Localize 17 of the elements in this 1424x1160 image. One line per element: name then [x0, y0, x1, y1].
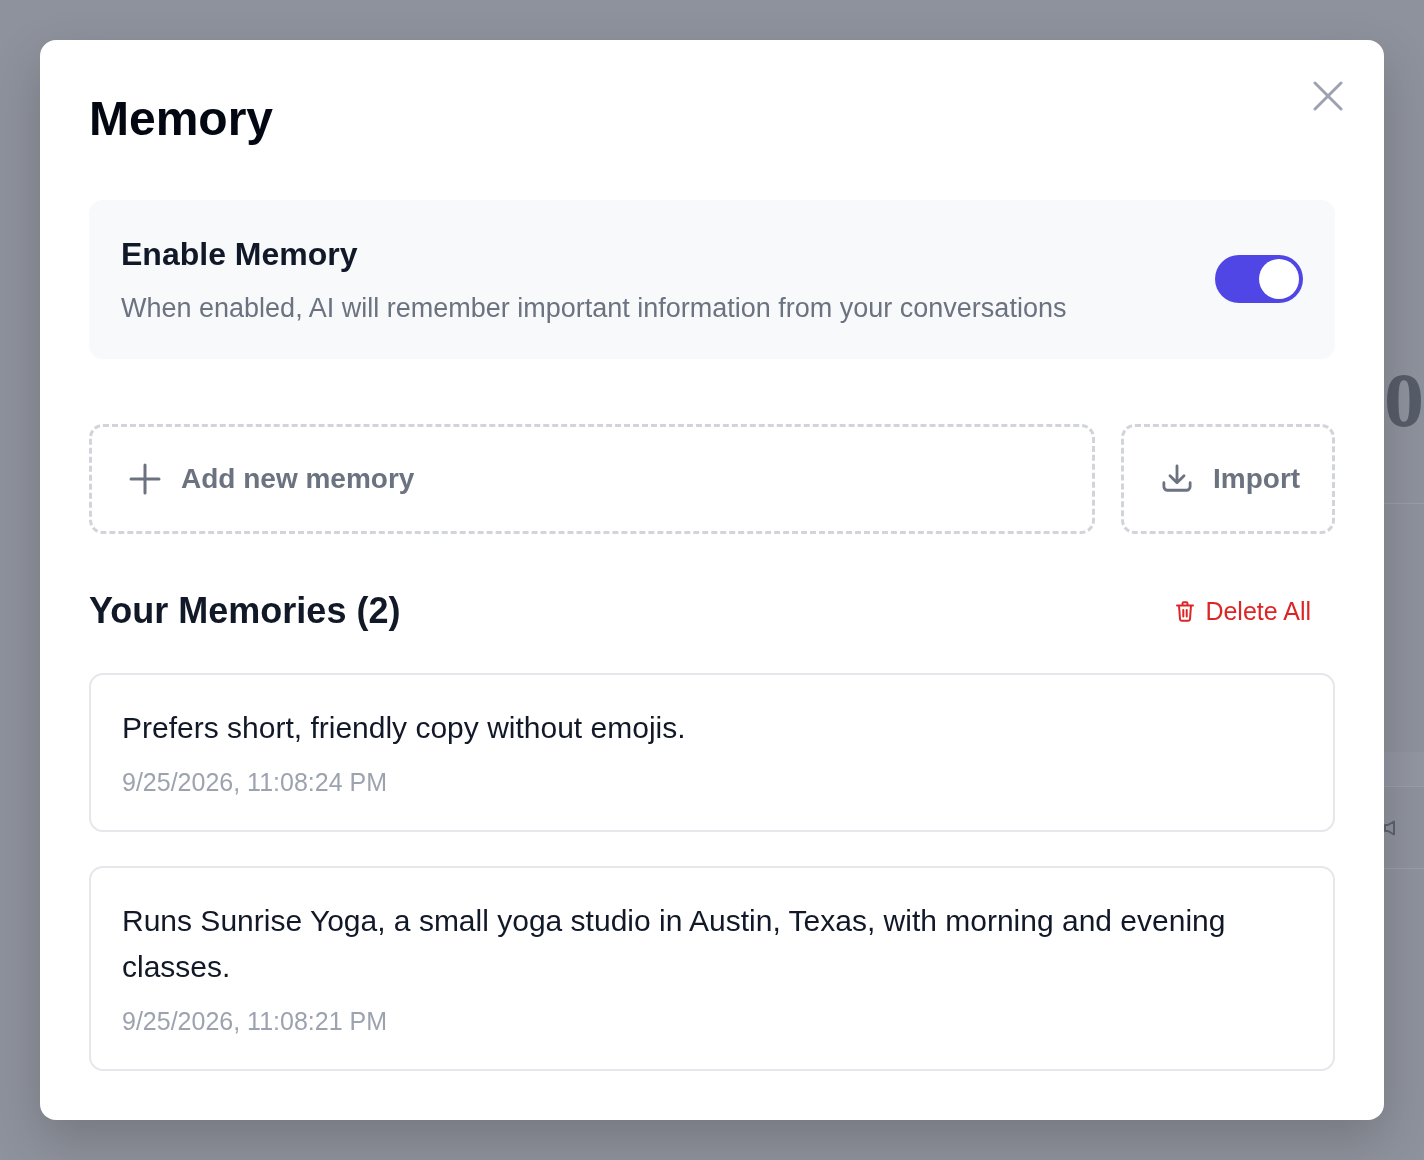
close-icon: [1313, 81, 1343, 111]
add-memory-button[interactable]: Add new memory: [89, 424, 1095, 534]
download-icon: [1161, 464, 1193, 494]
setting-title: Enable Memory: [121, 235, 359, 274]
plus-icon: [129, 463, 161, 495]
memory-text: Prefers short, friendly copy without emojis.: [122, 710, 687, 746]
section-title: Your Memories (2): [89, 589, 401, 633]
setting-description: When enabled, AI will remember important information from your conversations: [121, 292, 1067, 325]
speaker-icon: [1384, 819, 1397, 836]
memory-text: Runs Sunrise Yoga, a small yoga studio in Austin, Texas, with morning and evening classes.: [122, 903, 1227, 985]
memory-timestamp: 9/25/2026, 11:08:24 PM: [122, 767, 388, 798]
delete-all-button[interactable]: Delete All: [1176, 594, 1311, 628]
trash-icon: [1176, 600, 1195, 622]
toggle-switch[interactable]: [1215, 255, 1303, 303]
import-button[interactable]: Import: [1121, 424, 1335, 534]
memory-timestamp: 9/25/2026, 11:08:21 PM: [122, 1006, 388, 1037]
dialog-title: Memory: [89, 91, 274, 147]
